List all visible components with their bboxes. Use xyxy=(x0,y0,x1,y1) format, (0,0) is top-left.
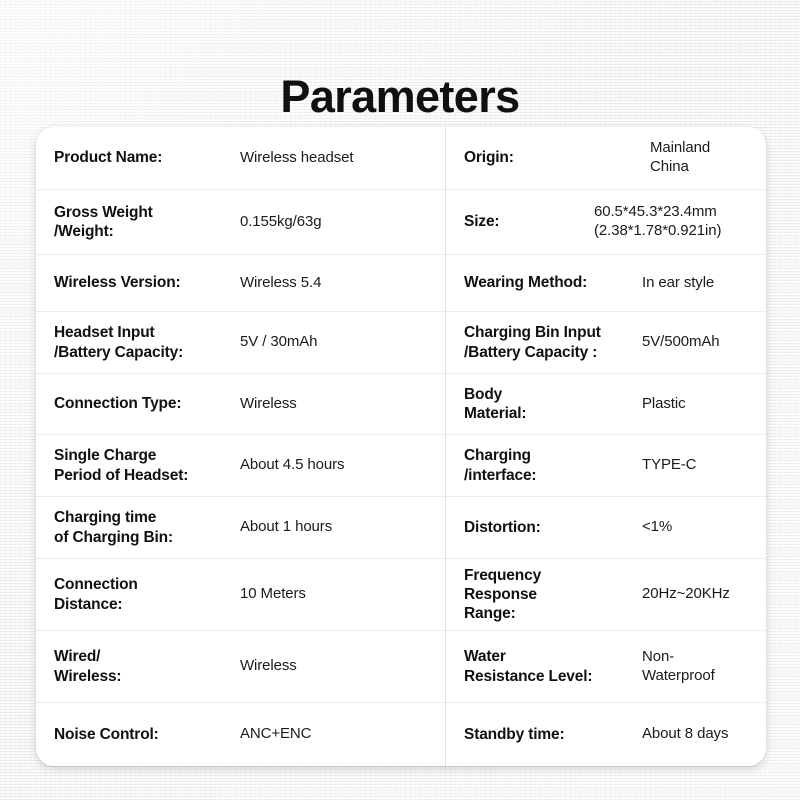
spec-value: Wireless xyxy=(240,657,297,675)
spec-value: In ear style xyxy=(642,273,715,291)
spec-value: Mainland China xyxy=(650,139,711,175)
spec-label: Charging time of Charging Bin: xyxy=(54,509,173,546)
spec-value: 0.155kg/63g xyxy=(240,212,322,230)
spec-label: Wearing Method: xyxy=(464,274,588,292)
spec-label: Distortion: xyxy=(464,518,541,536)
spec-value: About 8 days xyxy=(642,725,729,743)
spec-row: Size: 60.5*45.3*23.4mm (2.38*1.78*0.921in… xyxy=(446,190,766,255)
spec-label: Connection Type: xyxy=(54,395,182,413)
spec-row: Frequency Response Range: 20Hz~20KHz xyxy=(446,559,766,631)
spec-value: ANC+ENC xyxy=(240,725,312,743)
spec-value: 10 Meters xyxy=(240,585,306,603)
spec-row: Distortion: <1% xyxy=(446,497,766,559)
page-title: Parameters xyxy=(280,71,520,123)
spec-table-left-column: Product Name: Wireless headset Gross Weigh… xyxy=(36,127,445,766)
spec-label: Size: xyxy=(464,213,500,231)
spec-row: Charging Bin Input /Battery Capacity : 5V… xyxy=(446,312,766,374)
spec-label: Single Charge Period of Headset: xyxy=(54,447,189,484)
parameters-page: Parameters Product Name: Wireless headset… xyxy=(0,0,800,800)
spec-row: Noise Control: ANC+ENC xyxy=(36,703,445,766)
spec-label: Charging Bin Input /Battery Capacity : xyxy=(464,324,601,361)
spec-label: Body Material: xyxy=(464,385,527,422)
spec-row: Body Material: Plastic xyxy=(446,374,766,435)
spec-value: 20Hz~20KHz xyxy=(642,585,730,603)
spec-value: Wireless 5.4 xyxy=(240,273,322,291)
spec-row: Headset Input /Battery Capacity: 5V / 30m… xyxy=(36,312,445,374)
spec-value: Wireless headset xyxy=(240,148,354,166)
spec-label: Headset Input /Battery Capacity: xyxy=(54,324,184,361)
specifications-card: Product Name: Wireless headset Gross Weigh… xyxy=(36,127,766,766)
spec-label: Origin: xyxy=(464,149,514,167)
spec-row: Single Charge Period of Headset: About 4.… xyxy=(36,435,445,497)
spec-row: Origin: Mainland China xyxy=(446,127,766,190)
spec-table-right-column: Origin: Mainland China Size: 60.5*45.3*23.4… xyxy=(445,127,766,766)
spec-row: Water Resistance Level: Non- Waterproof xyxy=(446,631,766,703)
spec-row: Charging time of Charging Bin: About 1 ho… xyxy=(36,497,445,559)
spec-row: Product Name: Wireless headset xyxy=(36,127,445,190)
spec-value: About 1 hours xyxy=(240,518,333,536)
spec-label: Product Name: xyxy=(54,149,163,167)
spec-value: Wireless xyxy=(240,394,297,412)
spec-value: About 4.5 hours xyxy=(240,456,345,474)
spec-label: Gross Weight /Weight: xyxy=(54,203,153,240)
spec-label: Wireless Version: xyxy=(54,274,181,292)
spec-row: Gross Weight /Weight: 0.155kg/63g xyxy=(36,190,445,255)
spec-row: Wireless Version: Wireless 5.4 xyxy=(36,255,445,312)
spec-value: Plastic xyxy=(642,394,686,412)
spec-label: Standby time: xyxy=(464,725,565,743)
spec-row: Charging /interface: TYPE-C xyxy=(446,435,766,497)
spec-label: Charging /interface: xyxy=(464,447,537,484)
spec-value: <1% xyxy=(642,518,673,536)
spec-label: Noise Control: xyxy=(54,725,159,743)
spec-label: Water Resistance Level: xyxy=(464,648,593,685)
spec-value: TYPE-C xyxy=(642,456,697,474)
spec-label: Wired/ Wireless: xyxy=(54,648,122,685)
spec-value: 60.5*45.3*23.4mm (2.38*1.78*0.921in) xyxy=(594,203,722,239)
spec-value: Non- Waterproof xyxy=(642,647,715,684)
spec-row: Connection Type: Wireless xyxy=(36,374,445,435)
spec-row: Wired/ Wireless: Wireless xyxy=(36,631,445,703)
spec-row: Connection Distance: 10 Meters xyxy=(36,559,445,631)
spec-label: Connection Distance: xyxy=(54,576,138,613)
spec-row: Wearing Method: In ear style xyxy=(446,255,766,312)
spec-label: Frequency Response Range: xyxy=(464,566,542,623)
spec-value: 5V / 30mAh xyxy=(240,333,318,351)
spec-row: Standby time: About 8 days xyxy=(446,703,766,766)
spec-value: 5V/500mAh xyxy=(642,333,720,351)
